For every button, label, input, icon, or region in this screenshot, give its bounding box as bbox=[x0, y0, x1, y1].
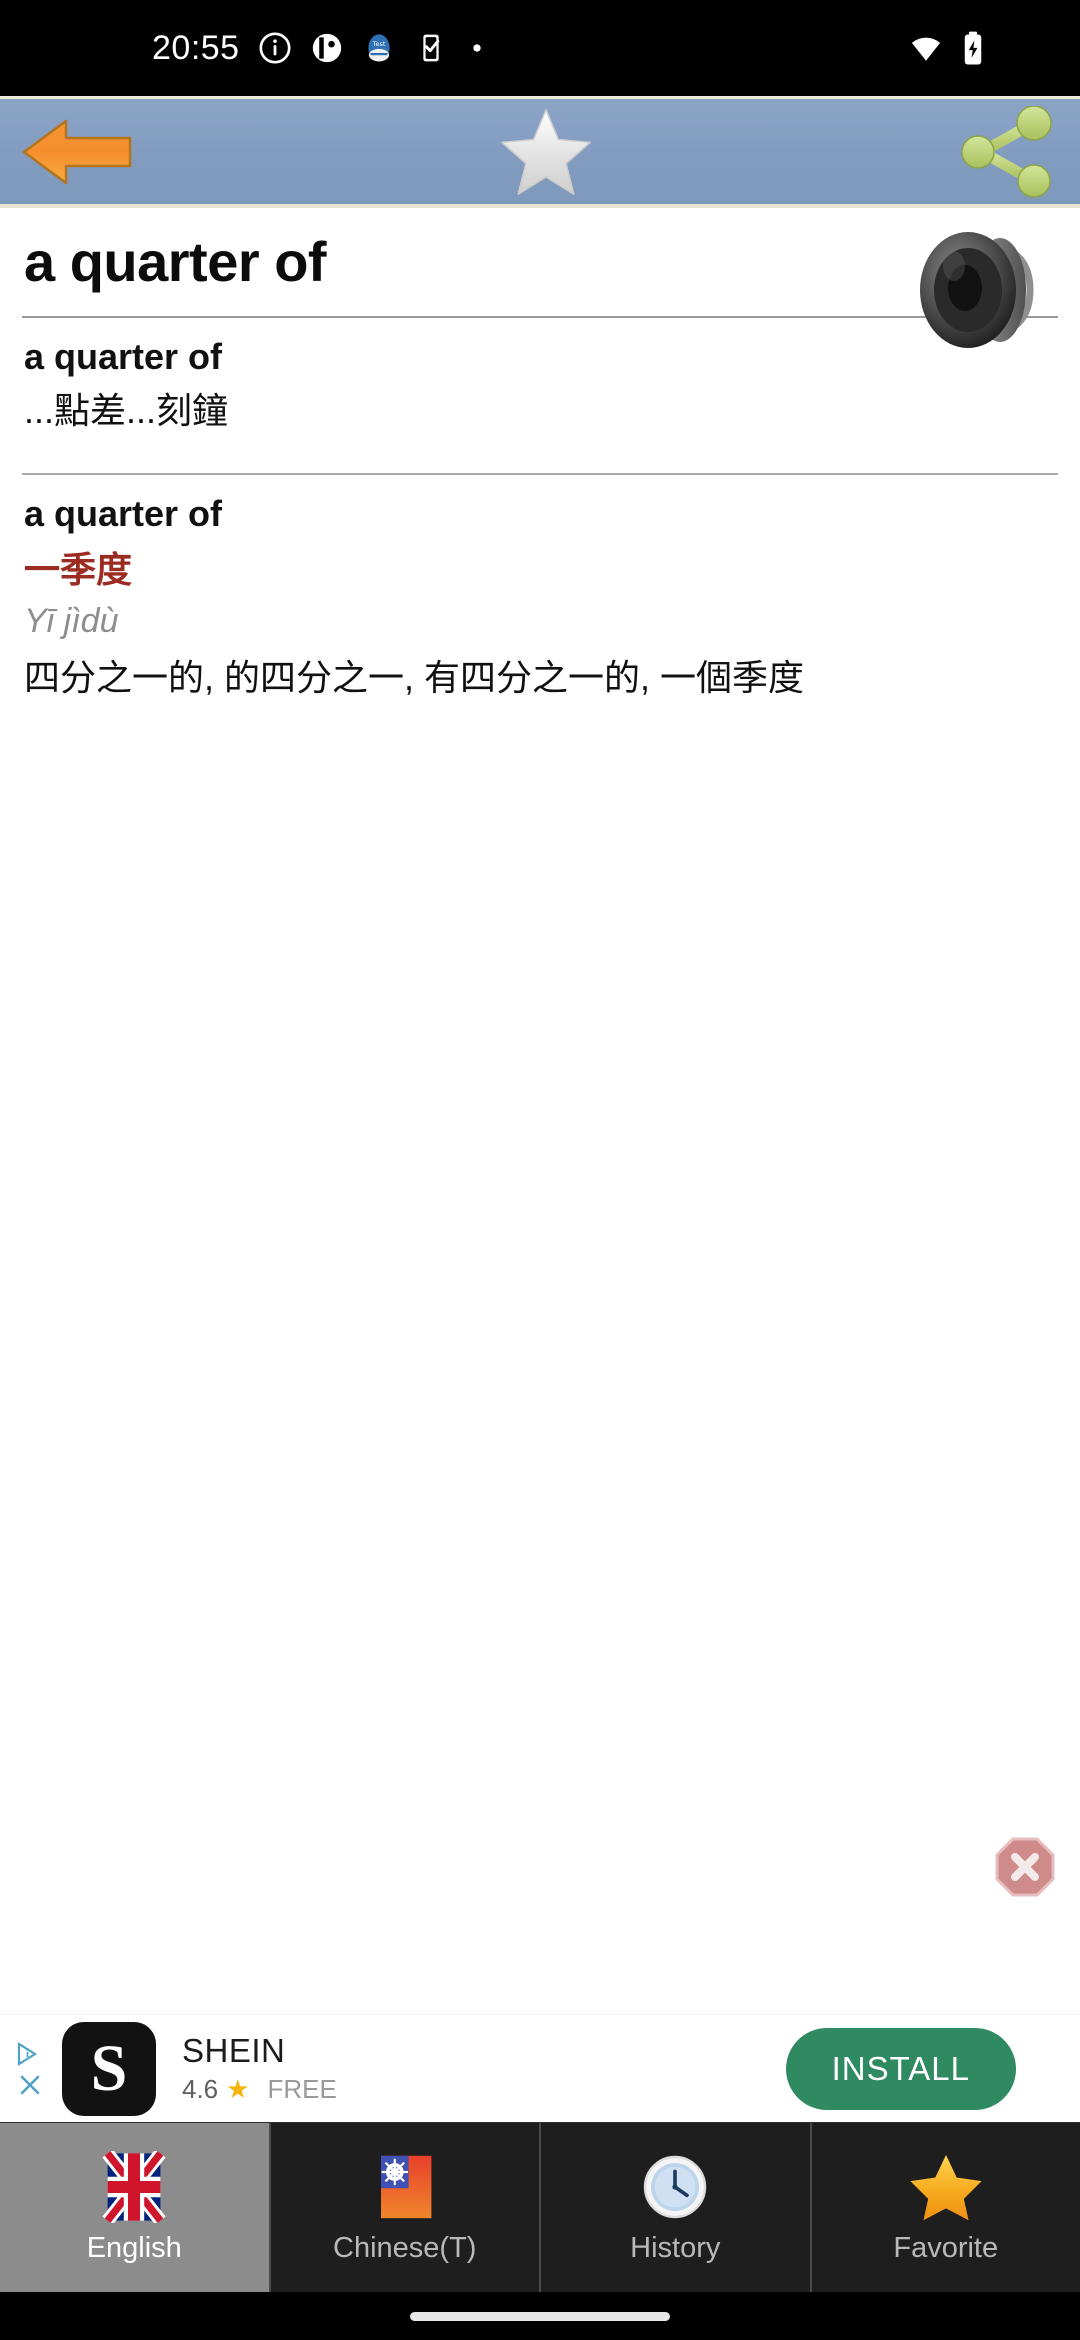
star-icon bbox=[501, 108, 591, 195]
speaker-icon bbox=[920, 232, 1034, 348]
nav-label: Favorite bbox=[893, 2232, 999, 2264]
info-circle-icon bbox=[258, 31, 292, 65]
clock-icon bbox=[639, 2150, 711, 2224]
favorite-button[interactable] bbox=[497, 99, 595, 204]
status-bar-clock: 20:55 bbox=[152, 29, 240, 67]
dot-icon bbox=[466, 37, 488, 59]
close-icon bbox=[995, 1837, 1055, 1897]
battery-charging-icon bbox=[960, 30, 986, 66]
share-icon bbox=[961, 105, 1052, 198]
contacts-icon bbox=[310, 31, 344, 65]
speak-button[interactable] bbox=[908, 226, 1050, 359]
entry-pinyin: Yī jìdù bbox=[24, 602, 119, 641]
status-bar-left: 20:55 Test bbox=[34, 31, 488, 65]
nav-label: History bbox=[630, 2232, 721, 2264]
entry-english: a quarter of bbox=[24, 493, 223, 535]
close-ad-button[interactable] bbox=[994, 1836, 1056, 1898]
ad-dismiss-icon bbox=[20, 2075, 40, 2094]
nav-label: Chinese(T) bbox=[333, 2232, 477, 2264]
ad-rating: 4.6 bbox=[182, 2074, 219, 2104]
nav-label: English bbox=[86, 2232, 182, 2264]
app-toolbar bbox=[0, 96, 1080, 208]
gesture-pill[interactable] bbox=[410, 2311, 670, 2321]
nav-item-history[interactable]: History bbox=[541, 2123, 812, 2292]
bottom-navigation: English Chinese(T) History Favorite bbox=[0, 2122, 1080, 2292]
status-bar-right bbox=[908, 30, 1046, 66]
task-check-icon bbox=[414, 31, 448, 65]
adchoices-icon[interactable] bbox=[0, 2041, 46, 2097]
share-button[interactable] bbox=[956, 99, 1060, 204]
ad-app-meta: 4.6 ★ FREE bbox=[182, 2074, 337, 2105]
back-button[interactable] bbox=[20, 99, 136, 204]
app-screen: 20:55 Test a quarter of a quarter of ...… bbox=[0, 0, 1080, 2340]
star-icon bbox=[908, 2150, 984, 2224]
nav-item-english[interactable]: English bbox=[0, 2123, 271, 2292]
ad-banner[interactable]: S SHEIN 4.6 ★ FREE INSTALL bbox=[0, 2014, 1080, 2122]
nav-item-chinese-t[interactable]: Chinese(T) bbox=[271, 2123, 541, 2292]
ad-price: FREE bbox=[267, 2074, 337, 2104]
entry-chinese-headword: 一季度 bbox=[24, 549, 133, 591]
entry-definitions: 四分之一的, 的四分之一, 有四分之一的, 一個季度 bbox=[24, 656, 805, 698]
ad-app-icon: S bbox=[62, 2021, 156, 2116]
page-title: a quarter of bbox=[24, 230, 327, 293]
entry-english: a quarter of bbox=[24, 336, 223, 378]
uk-flag-icon bbox=[98, 2150, 170, 2224]
dictionary-entry: a quarter of 一季度 Yī jìdù 四分之一的, 的四分之一, 有… bbox=[0, 475, 1080, 718]
nav-item-favorite[interactable]: Favorite bbox=[812, 2123, 1080, 2292]
wifi-icon bbox=[908, 30, 944, 66]
entry-chinese: ...點差...刻鐘 bbox=[24, 390, 229, 432]
system-gesture-bar bbox=[0, 2292, 1080, 2340]
app-notification-icon: Test bbox=[362, 31, 396, 65]
rating-star-icon: ★ bbox=[226, 2074, 250, 2104]
back-arrow-icon bbox=[22, 119, 132, 184]
taiwan-flag-icon bbox=[369, 2150, 441, 2224]
ad-app-name: SHEIN bbox=[182, 2032, 286, 2069]
install-button[interactable]: INSTALL bbox=[785, 2027, 1016, 2110]
svg-text:Test: Test bbox=[371, 40, 385, 48]
status-bar: 20:55 Test bbox=[0, 0, 1080, 96]
headword-row: a quarter of bbox=[0, 208, 1080, 348]
ad-app-info: SHEIN 4.6 ★ FREE bbox=[182, 2032, 337, 2105]
dictionary-content: a quarter of a quarter of ...點差...刻鐘 a q… bbox=[0, 208, 1080, 2014]
